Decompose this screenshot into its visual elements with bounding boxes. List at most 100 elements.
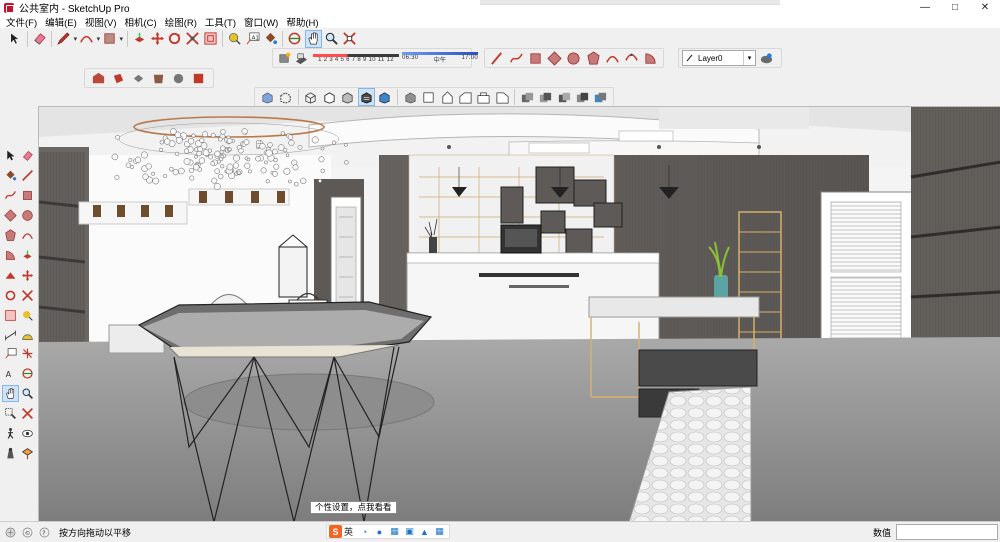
follow-me-tool-button[interactable]: [2, 267, 19, 284]
offset-tool-button[interactable]: [203, 30, 219, 48]
rectangle-tool-dropdown[interactable]: ▾: [119, 30, 124, 48]
push-pull-tool-button[interactable]: [132, 30, 148, 48]
text-tool-button[interactable]: A1: [245, 30, 261, 48]
layer-select[interactable]: Layer0 ▾: [682, 50, 756, 66]
menu-tools[interactable]: 工具(T): [201, 15, 240, 29]
help-icon[interactable]: ?: [38, 526, 51, 539]
line-tool-button[interactable]: [56, 30, 72, 48]
arc-tool-button[interactable]: [79, 30, 95, 48]
model-viewport[interactable]: [38, 106, 1000, 521]
rotated-rectangle-tool-button[interactable]: [546, 49, 563, 67]
credits-icon[interactable]: ©: [21, 526, 34, 539]
solid-split-button[interactable]: [593, 88, 609, 106]
back-edges-button[interactable]: [277, 88, 293, 106]
zoom-tool-button[interactable]: [324, 30, 340, 48]
extension-warehouse-button[interactable]: [149, 69, 167, 87]
solid-subtract-button[interactable]: [556, 88, 572, 106]
eraser-tool-button[interactable]: [19, 147, 36, 164]
3pt-arc-tool-button[interactable]: [623, 49, 640, 67]
close-button[interactable]: ✕: [970, 0, 1000, 15]
eraser-tool-button[interactable]: [32, 30, 48, 48]
solid-intersect-button[interactable]: [538, 88, 554, 106]
punctuation-icon[interactable]: ◔: [359, 526, 370, 537]
scale-tool-button[interactable]: [185, 30, 201, 48]
arc-tool-button-2[interactable]: [604, 49, 621, 67]
menu-grid-icon[interactable]: ▦: [434, 526, 445, 537]
ime-language[interactable]: 英: [344, 525, 353, 538]
line-tool-dropdown[interactable]: ▾: [73, 30, 78, 48]
keyboard-icon[interactable]: ▦: [389, 526, 400, 537]
circle-tool-button[interactable]: [19, 207, 36, 224]
shaded-textures-button[interactable]: [357, 88, 375, 106]
line-tool-button[interactable]: [19, 167, 36, 184]
move-tool-button[interactable]: [149, 30, 165, 48]
circle-tool-button[interactable]: [565, 49, 582, 67]
menu-view[interactable]: 视图(V): [81, 15, 121, 29]
display-shadows-button[interactable]: [294, 49, 309, 67]
paint-bucket-tool-button[interactable]: [262, 30, 278, 48]
left-view-button[interactable]: [494, 88, 510, 106]
front-view-button[interactable]: [439, 88, 455, 106]
protractor-tool-button[interactable]: [19, 327, 36, 344]
offset-tool-button[interactable]: [2, 307, 19, 324]
shadow-time-slider[interactable]: 06:30 中午 17:00: [402, 49, 478, 67]
shadow-date-slider[interactable]: 1 2 3 4 5 6 7 8 9 10 11 12: [313, 49, 399, 67]
text-tool-button[interactable]: [2, 345, 19, 362]
freehand-tool-button[interactable]: [2, 187, 19, 204]
top-view-button[interactable]: [420, 88, 436, 106]
solid-trim-button[interactable]: [574, 88, 590, 106]
zoom-window-tool-button[interactable]: [2, 405, 19, 422]
rotate-tool-button[interactable]: [167, 30, 183, 48]
iso-view-button[interactable]: [402, 88, 418, 106]
arc-tool-dropdown[interactable]: ▾: [96, 30, 101, 48]
push-pull-tool-button[interactable]: [19, 247, 36, 264]
pan-tool-button[interactable]: [2, 385, 19, 402]
rotated-rectangle-tool-button[interactable]: [2, 207, 19, 224]
menu-file[interactable]: 文件(F): [2, 15, 41, 29]
zoom-tool-button[interactable]: [19, 385, 36, 402]
microphone-icon[interactable]: ●: [374, 526, 385, 537]
menu-help[interactable]: 帮助(H): [282, 15, 322, 29]
rectangle-tool-button[interactable]: [102, 30, 118, 48]
rotate-tool-button[interactable]: [2, 287, 19, 304]
menu-window[interactable]: 窗口(W): [240, 15, 282, 29]
menu-camera[interactable]: 相机(C): [120, 15, 160, 29]
toolbox-icon[interactable]: ▣: [404, 526, 415, 537]
look-around-tool-button[interactable]: [19, 425, 36, 442]
pencil-tool-button-2[interactable]: [489, 49, 506, 67]
component-button[interactable]: [129, 69, 147, 87]
layer-manager-button[interactable]: [757, 49, 775, 67]
photo-texture-button[interactable]: [189, 69, 207, 87]
pie-tool-button[interactable]: [2, 247, 19, 264]
axes-tool-button[interactable]: [19, 345, 36, 362]
select-tool-button[interactable]: [7, 30, 23, 48]
zoom-extents-tool-button[interactable]: [341, 30, 357, 48]
right-view-button[interactable]: [457, 88, 473, 106]
polygon-tool-button[interactable]: [2, 227, 19, 244]
menu-draw[interactable]: 绘图(R): [161, 15, 201, 29]
scale-tool-button[interactable]: [19, 287, 36, 304]
tape-measure-tool-button[interactable]: [19, 307, 36, 324]
menu-edit[interactable]: 编辑(E): [41, 15, 81, 29]
minimize-button[interactable]: —: [910, 0, 940, 15]
shaded-button[interactable]: [339, 88, 355, 106]
monochrome-button[interactable]: [377, 88, 393, 106]
wireframe-button[interactable]: [303, 88, 319, 106]
solid-union-button[interactable]: [519, 88, 535, 106]
dimension-tool-button[interactable]: [2, 327, 19, 344]
hidden-line-button[interactable]: [321, 88, 337, 106]
section-plane-tool-button[interactable]: [19, 445, 36, 462]
ime-toolbar[interactable]: S 英 ◔ ● ▦ ▣ ▲ ▦: [326, 524, 451, 539]
select-tool-button[interactable]: [2, 147, 19, 164]
measurements-input[interactable]: [896, 524, 998, 540]
orbit-tool-button[interactable]: [287, 30, 303, 48]
orbit-tool-button[interactable]: [19, 365, 36, 382]
shadow-settings-button[interactable]: [277, 49, 292, 67]
skin-icon[interactable]: ▲: [419, 526, 430, 537]
3d-text-tool-button[interactable]: A: [2, 365, 19, 382]
xray-style-button[interactable]: [259, 88, 275, 106]
rectangle-tool-button[interactable]: [19, 187, 36, 204]
polygon-tool-button[interactable]: [585, 49, 602, 67]
freehand-tool-button[interactable]: [508, 49, 525, 67]
pan-tool-button[interactable]: [304, 29, 322, 48]
